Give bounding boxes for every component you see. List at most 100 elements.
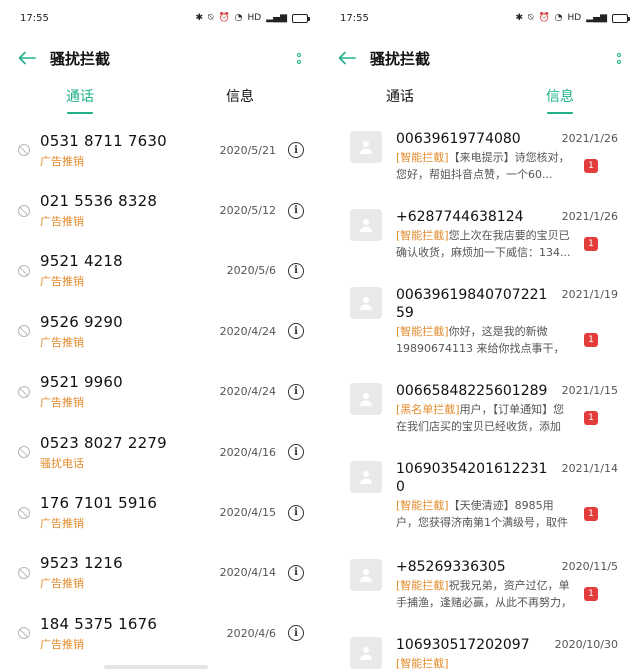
avatar-icon <box>350 637 382 669</box>
back-arrow-icon[interactable] <box>16 47 38 69</box>
info-icon[interactable]: i <box>288 323 304 340</box>
blocked-icon <box>18 627 30 640</box>
info-icon[interactable]: i <box>288 625 304 642</box>
network-label: HD <box>567 13 582 23</box>
message-preview: [智能拦截] <box>396 655 572 669</box>
call-tag: 广告推销 <box>40 275 84 289</box>
call-row[interactable]: 0523 8027 2279 骚扰电话 2020/4/16 i <box>0 422 320 482</box>
message-tag: [智能拦截] <box>396 229 449 242</box>
call-info: 9521 9960 广告推销 <box>40 373 220 410</box>
message-body: 0063961984070722159 2021/1/19 [智能拦截]你好，这… <box>396 286 618 372</box>
call-number: 9526 9290 <box>40 312 123 331</box>
call-number: 184 5375 1676 <box>40 614 158 633</box>
message-row[interactable]: 00639619774080 2021/1/26 [智能拦截]【来电提示】诗您核… <box>320 120 640 198</box>
unread-badge: 1 <box>584 237 598 251</box>
call-row[interactable]: 176 7101 5916 广告推销 2020/4/15 i <box>0 482 320 542</box>
call-row[interactable]: 184 5375 1676 广告推销 2020/4/6 i <box>0 603 320 663</box>
message-row[interactable]: 106930517202097 2020/10/30 [智能拦截] <box>320 626 640 669</box>
tab-bar: 通话 信息 <box>320 80 640 116</box>
call-number: 9521 4218 <box>40 252 123 271</box>
avatar-icon <box>350 383 382 415</box>
call-info: 0523 8027 2279 骚扰电话 <box>40 434 220 471</box>
message-date: 2021/1/26 <box>561 132 618 145</box>
message-body: 106903542016122310 2021/1/14 [智能拦截]【天使清迹… <box>396 460 618 548</box>
call-number: 021 5536 8328 <box>40 192 158 211</box>
message-preview: [智能拦截]祝我兄弟，资产过亿，单手捕渔，逢赌必赢，从此不再努力，点... <box>396 577 572 611</box>
call-date: 2020/4/24 <box>219 324 276 338</box>
message-tag: [黑名单拦截] <box>396 403 460 416</box>
call-number: 176 7101 5916 <box>40 494 158 513</box>
call-row[interactable]: 9523 1216 广告推销 2020/4/14 i <box>0 543 320 603</box>
call-row[interactable]: 0531 8711 7630 广告推销 2020/5/21 i <box>0 120 320 180</box>
status-time: 17:55 <box>20 12 49 24</box>
message-row[interactable]: 106903542016122310 2021/1/14 [智能拦截]【天使清迹… <box>320 450 640 548</box>
message-date: 2021/1/19 <box>561 288 618 301</box>
info-icon[interactable]: i <box>288 444 304 461</box>
message-row[interactable]: 00665848225601289 2021/1/15 [黑名单拦截]用户，【订… <box>320 372 640 450</box>
avatar-icon <box>350 559 382 591</box>
message-tag: [智能拦截] <box>396 151 449 164</box>
call-tag: 广告推销 <box>40 215 84 229</box>
info-icon[interactable]: i <box>288 262 304 279</box>
page-title: 骚扰拦截 <box>370 49 431 68</box>
tab-messages[interactable]: 信息 <box>480 80 640 116</box>
message-sender: 106930517202097 <box>396 637 530 653</box>
mute-icon: ⍉ <box>208 13 214 23</box>
message-preview: [黑名单拦截]用户，【订单通知】您在我们店买的宝贝已经收货，添加微... <box>396 401 572 435</box>
avatar-icon <box>350 461 382 493</box>
call-row[interactable]: 9521 9960 广告推销 2020/4/24 i <box>0 362 320 422</box>
message-sender: +6287744638124 <box>396 209 524 225</box>
more-options-icon[interactable] <box>292 47 306 69</box>
call-tag: 广告推销 <box>40 154 84 168</box>
call-info: 9523 1216 广告推销 <box>40 554 220 591</box>
info-icon[interactable]: i <box>288 383 304 400</box>
call-tag: 广告推销 <box>40 517 84 531</box>
back-arrow-icon[interactable] <box>336 47 358 69</box>
message-sender: 00639619774080 <box>396 131 521 147</box>
tab-calls[interactable]: 通话 <box>320 80 480 116</box>
call-date: 2020/5/21 <box>219 143 276 157</box>
info-icon[interactable]: i <box>288 564 304 581</box>
message-tag: [智能拦截] <box>396 325 449 338</box>
call-date: 2020/5/6 <box>226 264 276 278</box>
call-list: 0531 8711 7630 广告推销 2020/5/21 i 021 5536… <box>0 120 320 664</box>
status-icons: ✱ ⍉ ⏰ ◔ HD ▂▄▆ <box>196 13 310 23</box>
call-number: 9523 1216 <box>40 554 123 573</box>
tab-calls[interactable]: 通话 <box>0 80 160 116</box>
message-tag: [智能拦截] <box>396 579 449 592</box>
status-icons: ✱ ⍉ ⏰ ◔ HD ▂▄▆ <box>515 13 630 23</box>
call-tag: 骚扰电话 <box>40 456 84 470</box>
message-row[interactable]: +85269336305 2020/11/5 [智能拦截]祝我兄弟，资产过亿，单… <box>320 548 640 626</box>
bluetooth-icon: ✱ <box>515 13 524 23</box>
info-icon[interactable]: i <box>288 142 304 159</box>
wifi-icon: ◔ <box>234 13 243 23</box>
call-info: 176 7101 5916 广告推销 <box>40 494 220 531</box>
call-row[interactable]: 9526 9290 广告推销 2020/4/24 i <box>0 301 320 361</box>
message-body: +6287744638124 2021/1/26 [智能拦截]您上次在我店要的宝… <box>396 208 618 276</box>
message-sender: +85269336305 <box>396 559 506 575</box>
message-preview: [智能拦截]【来电提示】诗您核对，您好，帮姐抖音点赞，一个60... <box>396 149 572 183</box>
blocked-icon <box>18 144 30 157</box>
call-info: 0531 8711 7630 广告推销 <box>40 132 220 169</box>
page-title: 骚扰拦截 <box>50 49 111 68</box>
message-date: 2020/11/5 <box>561 560 618 573</box>
message-body: +85269336305 2020/11/5 [智能拦截]祝我兄弟，资产过亿，单… <box>396 558 618 626</box>
call-row[interactable]: 021 5536 8328 广告推销 2020/5/12 i <box>0 180 320 240</box>
call-tag: 广告推销 <box>40 335 84 349</box>
tab-messages[interactable]: 信息 <box>160 80 320 116</box>
info-icon[interactable]: i <box>288 202 304 219</box>
blocked-icon <box>18 325 30 338</box>
mute-icon: ⍉ <box>528 13 534 23</box>
avatar-icon <box>350 287 382 319</box>
info-icon[interactable]: i <box>288 504 304 521</box>
battery-icon <box>612 13 630 23</box>
call-date: 2020/4/16 <box>219 445 276 459</box>
message-row[interactable]: 0063961984070722159 2021/1/19 [智能拦截]你好，这… <box>320 276 640 372</box>
call-row[interactable]: 9521 4218 广告推销 2020/5/6 i <box>0 241 320 301</box>
messages-screen: 17:55 ✱ ⍉ ⏰ ◔ HD ▂▄▆ 骚扰拦截 通话 信息 00639619… <box>320 0 640 669</box>
more-options-icon[interactable] <box>612 47 626 69</box>
call-number: 9521 9960 <box>40 373 123 392</box>
signal-icon: ▂▄▆ <box>586 13 607 23</box>
message-row[interactable]: +6287744638124 2021/1/26 [智能拦截]您上次在我店要的宝… <box>320 198 640 276</box>
home-indicator[interactable] <box>104 665 208 669</box>
